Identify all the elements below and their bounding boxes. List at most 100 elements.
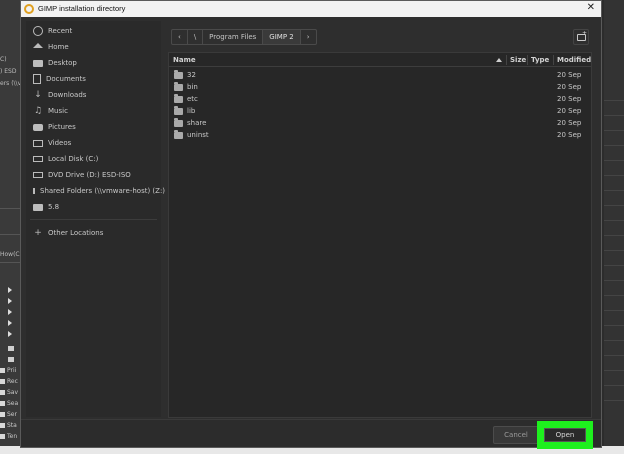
close-icon[interactable]: ✕ — [587, 2, 595, 13]
sidebar-item-label: Desktop — [48, 59, 77, 67]
file-modified: 20 Sep — [557, 83, 582, 91]
table-row[interactable]: 32 20 Sep — [169, 69, 591, 81]
drive-icon — [33, 156, 43, 162]
sidebar-item-label: Home — [48, 43, 69, 51]
table-row[interactable]: etc 20 Sep — [169, 93, 591, 105]
column-header-modified[interactable]: Modified — [557, 56, 591, 64]
background-tree-row — [0, 345, 20, 354]
open-button-highlight: Open — [537, 421, 593, 449]
column-header-type[interactable]: Type — [531, 56, 549, 64]
column-header-size[interactable]: Size — [510, 56, 526, 64]
sidebar-item-label: Local Disk (C:) — [48, 155, 99, 163]
folder-icon — [33, 59, 43, 67]
background-tree-row — [0, 297, 20, 306]
sidebar-item-label: Shared Folders (\\vmware-host) (Z:) — [40, 187, 166, 195]
file-list: Name Size Type Modified 32 20 Sep bin 20… — [168, 52, 592, 418]
folder-icon — [174, 106, 183, 115]
table-row[interactable]: lib 20 Sep — [169, 105, 591, 117]
camera-icon — [33, 123, 43, 131]
background-list-row: Ser — [0, 411, 20, 420]
table-row[interactable]: share 20 Sep — [169, 117, 591, 129]
background-tree-row — [0, 286, 20, 295]
sort-ascending-icon — [496, 58, 502, 62]
dialog-titlebar: GIMP installation directory ✕ — [21, 1, 601, 17]
background-list-row: Sav — [0, 389, 20, 398]
folder-icon — [174, 70, 183, 79]
file-name: bin — [187, 83, 198, 91]
path-root-button[interactable]: \ — [187, 29, 204, 45]
places-sidebar: Recent Home Desktop Documents ↓ Download… — [26, 21, 165, 417]
sidebar-item-documents[interactable]: Documents — [26, 71, 161, 87]
sidebar-item-desktop[interactable]: Desktop — [26, 55, 161, 71]
folder-icon — [174, 82, 183, 91]
path-back-button[interactable]: ‹ — [171, 29, 188, 45]
music-icon: ♫ — [33, 106, 43, 116]
sidebar-item-local-disk[interactable]: Local Disk (C:) — [26, 151, 161, 167]
file-name: etc — [187, 95, 198, 103]
table-row[interactable]: uninst 20 Sep — [169, 129, 591, 141]
sidebar-separator — [30, 219, 157, 220]
video-icon — [33, 139, 43, 147]
background-tree-row — [0, 330, 20, 339]
sidebar-item-label: DVD Drive (D:) ESD-ISO — [48, 171, 131, 179]
background-list-row: Rec — [0, 378, 20, 387]
sidebar-item-label: 5.8 — [48, 203, 60, 211]
sidebar-item-label: Pictures — [48, 123, 76, 131]
home-icon — [33, 42, 43, 48]
sidebar-item-downloads[interactable]: ↓ Downloads — [26, 87, 161, 103]
folder-icon — [174, 118, 183, 127]
sidebar-item-music[interactable]: ♫ Music — [26, 103, 161, 119]
background-list-row: Sta — [0, 422, 20, 431]
dialog-title: GIMP installation directory — [38, 4, 126, 13]
path-segment-program-files[interactable]: Program Files — [203, 29, 264, 45]
path-segment-gimp-2[interactable]: GIMP 2 — [263, 29, 301, 45]
path-forward-button[interactable]: › — [300, 29, 317, 45]
sidebar-item-label: Videos — [48, 139, 72, 147]
table-row[interactable]: bin 20 Sep — [169, 81, 591, 93]
sidebar-item-label: Downloads — [48, 91, 87, 99]
file-name: lib — [187, 107, 196, 115]
background-tree-row — [0, 356, 20, 365]
document-icon — [33, 74, 41, 84]
file-modified: 20 Sep — [557, 71, 582, 79]
cancel-button[interactable]: Cancel — [493, 426, 539, 444]
file-modified: 20 Sep — [557, 107, 582, 115]
folder-icon — [174, 94, 183, 103]
sidebar-item-home[interactable]: Home — [26, 39, 161, 55]
column-header-name[interactable]: Name — [173, 56, 196, 64]
background-right-panel — [604, 0, 624, 454]
background-left-panel: C) ) ESD ers (\\vi How(C Prii Rec Sav Se… — [0, 0, 23, 454]
sidebar-item-pictures[interactable]: Pictures — [26, 119, 161, 135]
path-bar: ‹ \ Program Files GIMP 2 › — [171, 29, 317, 45]
file-chooser-dialog: GIMP installation directory ✕ Recent Hom… — [20, 0, 602, 449]
background-list-row: Sea — [0, 400, 20, 409]
sidebar-item-dvd-drive[interactable]: DVD Drive (D:) ESD-ISO — [26, 167, 161, 183]
background-list-row: Ten — [0, 433, 20, 442]
open-button[interactable]: Open — [544, 428, 586, 442]
sidebar-item-recent[interactable]: Recent — [26, 23, 161, 39]
sidebar-item-label: Music — [48, 107, 68, 115]
sidebar-item-label: Other Locations — [48, 229, 104, 237]
download-icon: ↓ — [34, 90, 42, 100]
file-modified: 20 Sep — [557, 119, 582, 127]
background-divider — [0, 208, 20, 209]
clock-icon — [33, 26, 43, 36]
plus-icon: + — [34, 228, 42, 238]
folder-icon — [174, 130, 183, 139]
drive-icon — [33, 188, 35, 194]
file-name: uninst — [187, 131, 209, 139]
sidebar-item-label: Documents — [46, 75, 86, 83]
background-divider — [0, 234, 20, 235]
sidebar-item-other-locations[interactable]: + Other Locations — [26, 225, 161, 241]
sidebar-item-shared-folders[interactable]: Shared Folders (\\vmware-host) (Z:) — [26, 183, 165, 199]
background-text: C) — [0, 56, 7, 63]
gimp-app-icon — [24, 4, 34, 14]
file-list-header: Name Size Type Modified — [169, 53, 591, 67]
new-folder-button[interactable]: + — [573, 29, 589, 45]
sidebar-item-videos[interactable]: Videos — [26, 135, 161, 151]
file-modified: 20 Sep — [557, 131, 582, 139]
folder-icon — [33, 203, 43, 211]
background-tree-row — [0, 308, 20, 317]
file-name: 32 — [187, 71, 196, 79]
sidebar-item-5-8[interactable]: 5.8 — [26, 199, 161, 215]
